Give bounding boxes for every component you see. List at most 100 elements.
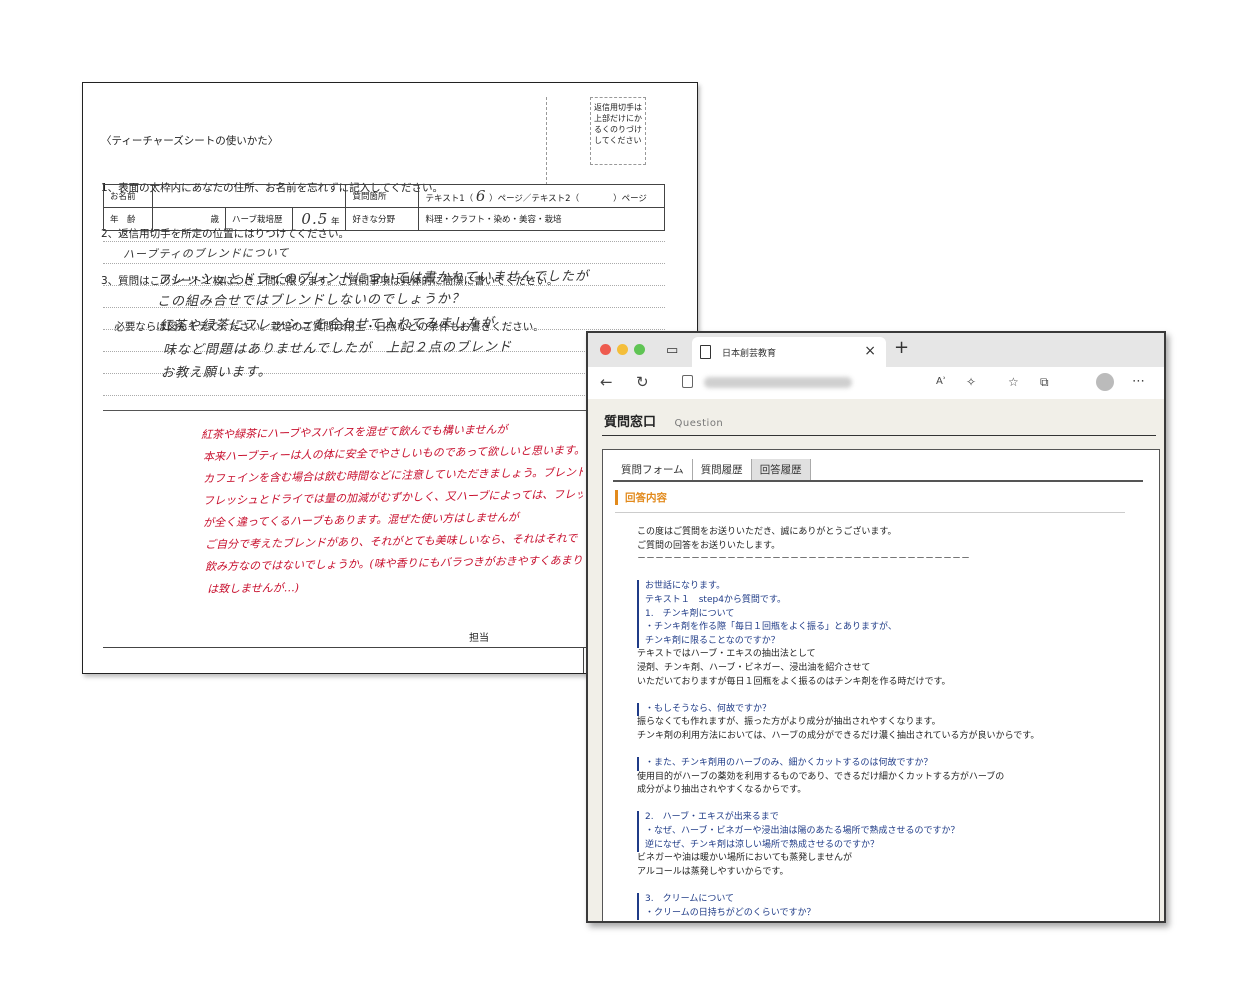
tantou-rule [103,647,665,648]
answer-text-line [637,798,1127,812]
answer-text-line [637,689,1127,703]
question-place-label: 質問箇所 [345,184,420,208]
handwritten-question-line: お教え願います。 [160,364,272,381]
fav-field-options: 料理・クラフト・染め・美容・栽培 [418,207,665,231]
name-label: お名前 [103,184,153,208]
page-icon [700,345,711,359]
answer-text-line [637,567,1127,581]
handwritten-answer-line: カフェインを含む場合は飲む時間などに注意していただきましょう。ブレンド [202,465,584,486]
favorites-icon[interactable]: ☆ [1008,375,1019,389]
profile-avatar[interactable] [1096,373,1114,391]
writing-line [103,395,665,396]
tantou-vrule [583,647,584,673]
tab-question-history[interactable]: 質問履歴 [693,459,752,481]
answer-question-line: チンキ剤に限ることなのですか？ [637,634,1127,649]
answer-text-line [637,879,1127,893]
handwritten-question-line: 味など問題はありませんでしたが 上記２点のブレンド [162,339,513,358]
herb-years-field: 0.5 年 [291,207,347,231]
answer-question-line: 2. ハーブ・エキスが出来るまで [637,811,1127,826]
answer-question-line: 3. クリームについて [637,893,1127,907]
writing-line [103,263,665,264]
tab-title: 日本創芸教育 [722,349,777,359]
answer-text-line: いただいておりますが毎日１回瓶をよく振るのはチンキ剤を作る時だけです。 [637,676,951,687]
age-label: 年 齢 [103,207,153,231]
answer-text-line: この度はご質問をお送りいただき、誠にありがとうございます。 [637,527,897,537]
close-window-button[interactable] [600,344,611,355]
back-arrow-icon[interactable]: ← [600,373,613,391]
writing-line [103,241,665,242]
age-unit: 歳 [152,207,226,231]
browser-toolbar: ← ↻ Aʾ ✧ ☆ ⧉ ⋯ [588,367,1164,400]
tab-question-form[interactable]: 質問フォーム [613,459,693,481]
lock-icon [682,375,693,388]
answer-body: この度はご質問をお送りいただき、誠にありがとうございます。 ご質問の回答をお送りい… [637,526,1127,921]
handwritten-question-line: ハーブティのブレンドについて [122,246,290,261]
web-page: 質問窓口 Question 質問フォーム 質問履歴 回答履歴 回答内容 この度はご質… [588,399,1164,921]
herb-years-value: 0.5 [301,210,329,228]
browser-window: ▭ 日本創芸教育 × + ← ↻ Aʾ ✧ ☆ ⧉ ⋯ 質問窓口 Questio… [586,331,1166,923]
fav-field-label: 好きな分野 [345,207,420,231]
answer-text-line: ビネガーや油は暖かい場所においても蒸発しませんが [637,853,853,864]
stamp-divider [546,97,547,185]
answer-text-line [637,744,1127,758]
title-rule [602,435,1156,436]
stamp-box: 返信用切手は 上部だけにか るくのりづけ してください [590,97,646,165]
answer-question-line: ・なぜ、ハーブ・ビネガーや浸出油は陽のあたる場所で熟成させるのですか？ [637,825,1127,839]
handwritten-answer-line: が全く違ってくるハーブもあります。混ぜた使い方はしませんが [202,510,519,530]
refresh-icon[interactable]: ↻ [636,373,649,391]
section-heading: 回答内容 [615,490,667,505]
read-aloud-icon[interactable]: Aʾ [936,376,946,387]
maximize-window-button[interactable] [634,344,645,355]
answer-question-line: 逆になぜ、チンキ剤は涼しい場所で熟成させるのですか？ [637,838,1127,853]
collections-icon[interactable]: ⧉ [1040,375,1049,390]
answer-text-line: アルコールは蒸発しやすいからです。 [637,866,789,877]
section-rule [615,512,1125,513]
handwritten-answer-line: フレッシュとドライでは量の加減がむずかしく、又ハーブによっては、フレッシュ [202,487,584,508]
text-page-label: テキスト1（ [425,194,474,204]
text-page-value: 6 [475,187,487,205]
tab-answer-history[interactable]: 回答履歴 [751,459,811,481]
tab-actions-icon[interactable]: ▭ [666,343,678,358]
herb-years-unit: 年 [330,217,340,227]
answer-text-line: チンキ剤の利用方法においては、ハーブの成分ができるだけ濃く抽出されている方が良い… [637,730,1040,741]
herb-years-label: ハーブ栽培歴 [225,207,293,231]
answer-question-line: ・クリームの日持ちがどのくらいですか？ [637,906,1127,921]
minimize-window-button[interactable] [617,344,628,355]
answer-text-line: テキストではハーブ・エキスの抽出法として [637,649,816,660]
answer-question-line: 1. チンキ剤について [637,607,1127,622]
handwritten-answer-line: 本来ハーブティーは人の体に安全でやさしいものであって欲しいと思います。 [202,443,584,464]
instruction-line: 〈ティーチャーズシートの使いかた〉 [101,135,279,147]
answer-text-line: ご質問の回答をお送りいたします。 [637,540,781,551]
close-tab-icon[interactable]: × [864,343,876,359]
browser-tab[interactable]: 日本創芸教育 × [692,337,886,367]
answer-panel: 質問フォーム 質問履歴 回答履歴 回答内容 この度はご質問をお送りいただき、誠にあり… [602,449,1160,921]
handwritten-answer-line: ご自分で考えたブレンドがあり、それがとても美味しいなら、それはそれで [204,531,578,552]
handwritten-question-line: フレッシュとドライのブレンドについては書かれていませんでしたが [156,269,589,288]
handwritten-question-line: この組み合せではブレンドしないのでしょうか？ [156,291,466,310]
question-tabs: 質問フォーム 質問履歴 回答履歴 [613,458,811,481]
new-tab-icon[interactable]: + [894,337,909,358]
answer-question-line: ・また、チンキ剤用のハーブのみ、細かくカットするのは何故ですか？ [637,757,1127,771]
page-title: 質問窓口 Question [604,411,723,430]
tabs-rule [613,480,1143,482]
sheet-form-table: お名前 質問箇所 テキスト1（ 6 ）ページ／テキスト2（ ）ページ 年 齢 歳… [103,184,665,231]
answer-text-line: －－－－－－－－－－－－－－－－－－－－－－－－－－－－－－－－－－－－－ [637,554,971,565]
handwritten-question-line: 紅茶や緑茶にフレッシュを合わせて入れてみましたが [158,315,495,334]
answer-text-line: 浸剤、チンキ剤、ハーブ・ビネガー、浸出油を紹介させて [637,662,871,673]
more-menu-icon[interactable]: ⋯ [1132,374,1145,389]
page-subtitle: Question [674,418,724,429]
answer-text-line: 使用目的がハーブの薬効を利用するものであり、できるだけ細かくカットする方がハーブ… [637,771,1005,782]
page-title-text: 質問窓口 [604,415,657,430]
answer-text-line: 成分がより抽出されやすくなるからです。 [637,785,807,796]
answer-question-line: ・チンキ剤を作る際「毎日１回瓶をよく振る」とありますが、 [637,621,1127,635]
question-answer-divider [103,410,665,411]
answer-question-line: ・もしそうなら、何故ですか？ [637,702,1127,717]
name-field [151,184,347,208]
text-page-field: テキスト1（ 6 ）ページ／テキスト2（ ）ページ [418,184,665,208]
text-page-suffix: ）ページ／テキスト2（ ）ページ [489,194,647,204]
extensions-icon[interactable]: ✧ [966,375,976,389]
answer-question-line: お世話になります。 [637,580,1127,594]
tab-bar: ▭ 日本創芸教育 × + [588,333,1164,367]
address-bar[interactable] [704,377,852,388]
answer-text-line: 振らなくても作れますが、振った方がより成分が抽出されやすくなります。 [637,717,941,728]
